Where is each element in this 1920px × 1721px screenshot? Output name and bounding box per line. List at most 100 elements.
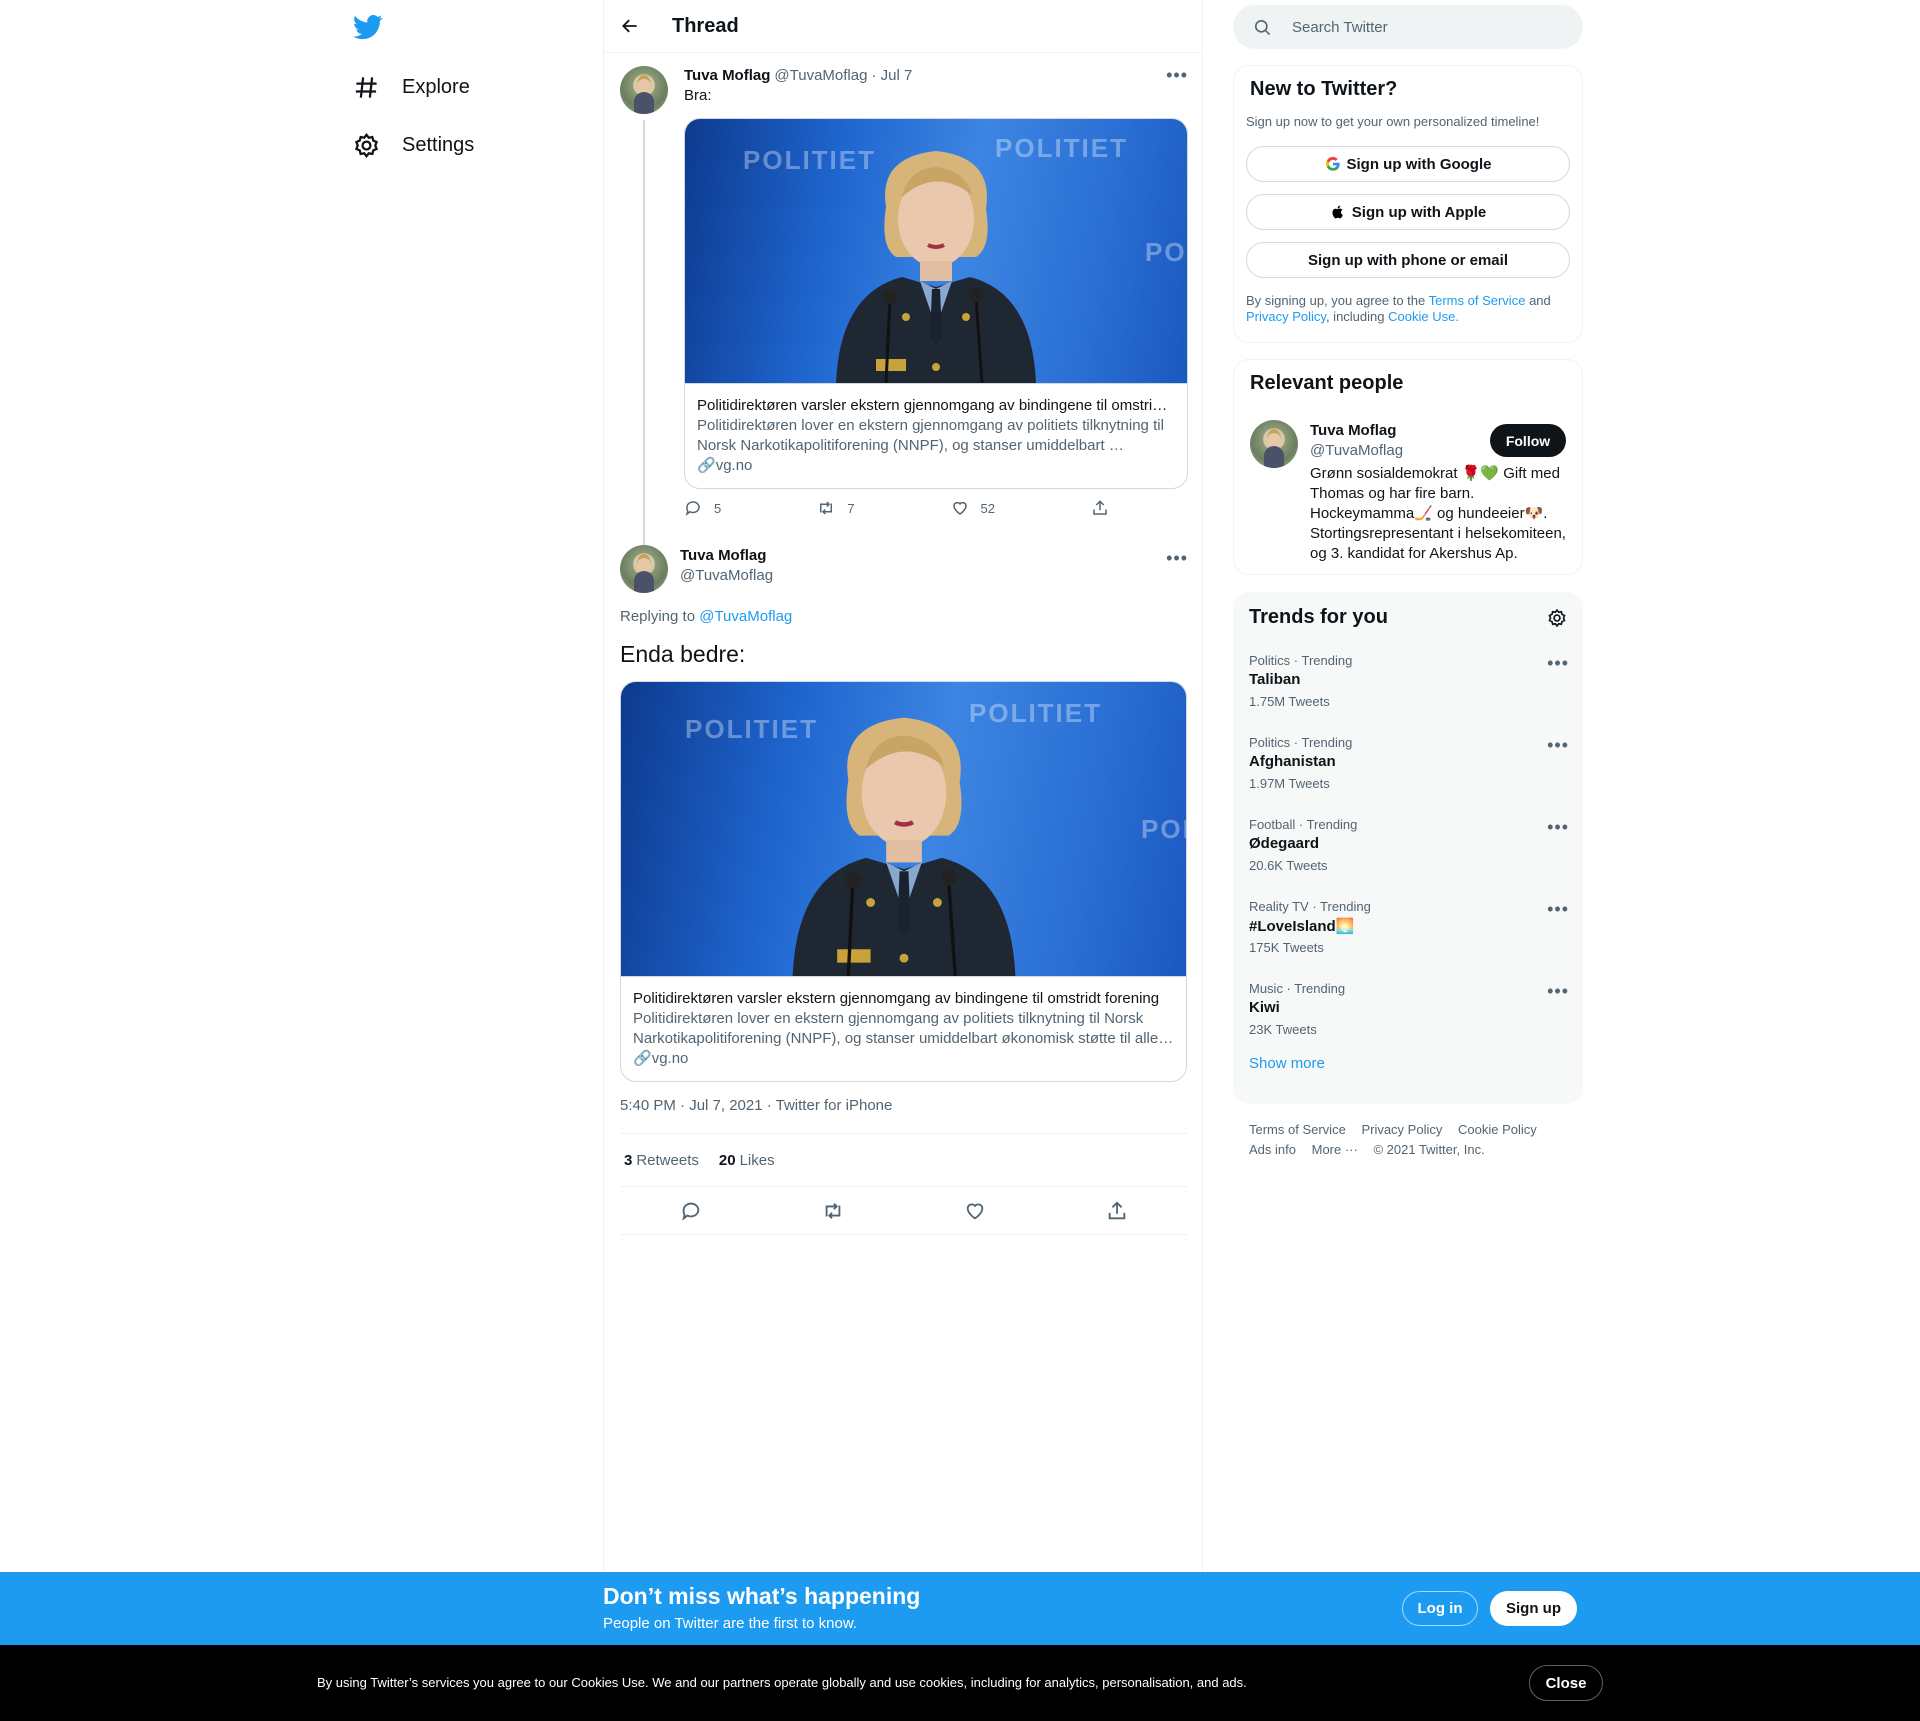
tweet-timestamp[interactable]: 5:40 PM · Jul 7, 2021 · Twitter for iPho… — [620, 1097, 892, 1114]
retweet-icon[interactable] — [822, 1200, 844, 1222]
trend-count: 175K Tweets — [1249, 940, 1324, 955]
more-options-icon[interactable]: ••• — [1166, 64, 1188, 86]
search-input[interactable]: Search Twitter — [1233, 5, 1583, 49]
tweet-author-name[interactable]: Tuva Moflag — [680, 547, 766, 564]
replying-to-link[interactable]: @TuvaMoflag — [699, 608, 792, 625]
card-description: Politidirektøren lover en ekstern gjenno… — [633, 1010, 1174, 1047]
footer-more-link[interactable]: More ··· — [1312, 1142, 1358, 1157]
cookie-link[interactable]: Cookie Use. — [1388, 309, 1459, 324]
card-meta: Politidirektøren varsler ekstern gjennom… — [621, 976, 1186, 1081]
reply-icon — [685, 501, 700, 516]
retweet-button[interactable]: 7 — [817, 499, 854, 517]
avatar[interactable] — [620, 545, 668, 593]
trend-category: Football · Trending — [1249, 817, 1358, 832]
banner-title: Don’t miss what’s happening — [603, 1583, 921, 1609]
signup-google-button[interactable]: Sign up with Google — [1246, 146, 1570, 182]
trend-item[interactable]: Reality TV · Trending #LoveIsland🌅 175K … — [1249, 899, 1569, 981]
trend-name: Kiwi — [1249, 999, 1280, 1016]
portrait-illustration — [836, 151, 1036, 383]
link-card[interactable]: POLITIET POLITIET POL — [620, 681, 1187, 1082]
signup-title: New to Twitter? — [1250, 78, 1398, 100]
more-options-icon[interactable]: ••• — [1547, 735, 1569, 756]
close-button[interactable]: Close — [1529, 1665, 1603, 1701]
signup-button[interactable]: Sign up — [1490, 1591, 1577, 1626]
avatar[interactable] — [620, 66, 668, 114]
back-arrow-icon[interactable] — [620, 16, 640, 36]
heart-icon — [952, 501, 967, 515]
search-icon — [1254, 19, 1271, 35]
more-options-icon[interactable]: ••• — [1166, 547, 1188, 569]
retweet-total[interactable]: 3 — [624, 1152, 632, 1169]
trend-name: Ødegaard — [1249, 835, 1320, 852]
card-description: Politidirektøren lover en ekstern gjenno… — [697, 417, 1164, 454]
signup-legal: By signing up, you agree to the Terms of… — [1246, 293, 1576, 325]
signup-apple-button[interactable]: Sign up with Apple — [1246, 194, 1570, 230]
avatar[interactable] — [1250, 420, 1298, 468]
footer-ads-link[interactable]: Ads info — [1249, 1142, 1296, 1157]
reply-icon[interactable] — [680, 1200, 702, 1222]
link-card[interactable]: POLITIET POLITIET POL — [684, 118, 1188, 489]
trends-panel: Trends for you Politics · Trending Talib… — [1233, 592, 1583, 1104]
login-button[interactable]: Log in — [1402, 1591, 1478, 1626]
more-options-icon[interactable]: ••• — [1547, 981, 1569, 1002]
trend-item[interactable]: Politics · Trending Taliban 1.75M Tweets… — [1249, 653, 1569, 735]
thread-connector — [643, 120, 645, 546]
card-image: POLITIET POLITIET POL — [685, 119, 1187, 383]
google-icon — [1325, 156, 1340, 171]
like-button[interactable]: 52 — [951, 499, 995, 517]
twitter-logo-icon[interactable] — [353, 12, 383, 42]
hash-icon — [355, 76, 377, 98]
nav-label-explore: Explore — [402, 75, 470, 98]
nav-label-settings: Settings — [402, 133, 475, 156]
trend-name: Taliban — [1249, 671, 1301, 688]
tweet-author-handle[interactable]: @TuvaMoflag — [774, 67, 867, 84]
nav-item-settings[interactable]: Settings — [345, 120, 482, 170]
terms-link[interactable]: Terms of Service — [1429, 293, 1526, 308]
reply-button[interactable]: 5 — [684, 499, 721, 517]
replying-to: Replying to @TuvaMoflag — [620, 608, 792, 625]
trend-count: 1.75M Tweets — [1249, 694, 1330, 709]
link-icon: 🔗 — [697, 457, 716, 474]
retweet-icon — [820, 501, 833, 515]
signup-phone-label: Sign up with phone or email — [1307, 251, 1508, 269]
tweet-text: Bra: — [684, 87, 712, 104]
show-more-link[interactable]: Show more — [1249, 1055, 1325, 1072]
card-domain: vg.no — [715, 457, 753, 474]
retweet-count: 7 — [847, 500, 855, 516]
like-total[interactable]: 20 — [719, 1152, 736, 1169]
tweet-action-bar — [620, 1187, 1188, 1235]
trend-item[interactable]: Music · Trending Kiwi 23K Tweets ••• — [1249, 981, 1569, 1063]
sidebar-footer: Terms of Service Privacy Policy Cookie P… — [1249, 1120, 1579, 1160]
nav-item-explore[interactable]: Explore — [345, 62, 478, 112]
link-icon: 🔗 — [633, 1050, 652, 1067]
person-handle[interactable]: @TuvaMoflag — [1310, 442, 1403, 459]
footer-tos-link[interactable]: Terms of Service — [1249, 1122, 1346, 1137]
more-options-icon[interactable]: ••• — [1547, 653, 1569, 674]
signup-phone-button[interactable]: Sign up with phone or email — [1246, 242, 1570, 278]
signup-subtitle: Sign up now to get your own personalized… — [1246, 114, 1540, 129]
privacy-link[interactable]: Privacy Policy — [1246, 309, 1326, 324]
share-button[interactable] — [1091, 499, 1109, 517]
tweet-date[interactable]: · Jul 7 — [871, 67, 912, 84]
like-label[interactable]: Likes — [740, 1152, 775, 1169]
trend-category: Politics · Trending — [1249, 653, 1353, 668]
follow-button[interactable]: Follow — [1490, 424, 1566, 457]
tweet-author-handle[interactable]: @TuvaMoflag — [680, 567, 773, 584]
gear-icon[interactable] — [1547, 608, 1567, 628]
signup-panel: New to Twitter? Sign up now to get your … — [1233, 65, 1583, 343]
trend-item[interactable]: Football · Trending Ødegaard 20.6K Tweet… — [1249, 817, 1569, 899]
image-text: POL — [1141, 814, 1186, 844]
footer-cookie-link[interactable]: Cookie Policy — [1458, 1122, 1537, 1137]
share-icon[interactable] — [1106, 1200, 1128, 1222]
retweet-label[interactable]: Retweets — [636, 1152, 699, 1169]
person-name[interactable]: Tuva Moflag — [1310, 422, 1396, 439]
footer-privacy-link[interactable]: Privacy Policy — [1361, 1122, 1442, 1137]
more-options-icon[interactable]: ••• — [1547, 899, 1569, 920]
more-options-icon[interactable]: ••• — [1547, 817, 1569, 838]
trend-item[interactable]: Politics · Trending Afghanistan 1.97M Tw… — [1249, 735, 1569, 817]
signup-apple-label: Sign up with Apple — [1351, 203, 1487, 221]
share-icon — [1093, 500, 1107, 515]
tweet-author-name[interactable]: Tuva Moflag — [684, 67, 770, 84]
reply-count: 5 — [714, 500, 722, 516]
heart-icon[interactable] — [964, 1200, 986, 1222]
